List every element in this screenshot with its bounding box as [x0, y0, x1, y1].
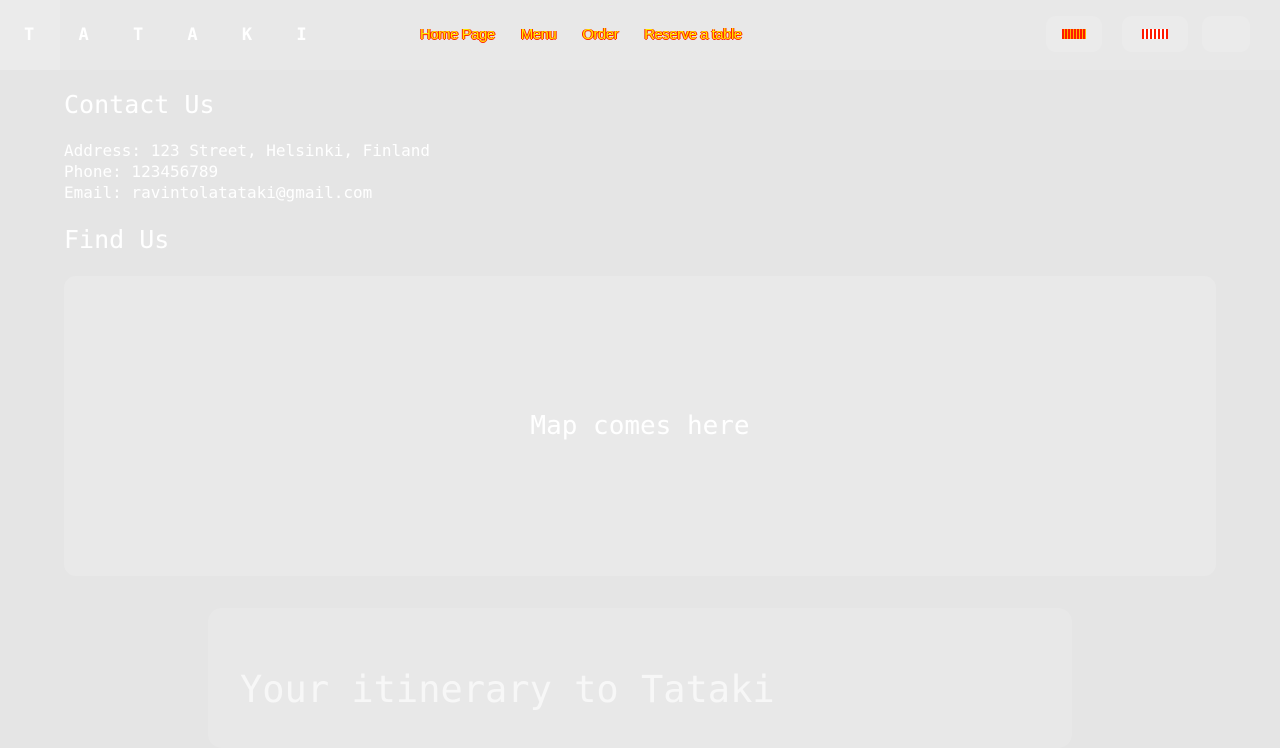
- nav-home-page-link[interactable]: Home Page: [420, 26, 495, 43]
- nav-order-link[interactable]: Order: [582, 26, 618, 43]
- nav-menu-link[interactable]: Menu: [521, 26, 557, 43]
- brand-logo[interactable]: T A T A K I: [24, 25, 324, 45]
- contact-details: Address: 123 Street, Helsinki, Finland P…: [64, 140, 1216, 203]
- map-placeholder-text: Map comes here: [530, 411, 750, 441]
- contact-heading: Contact Us: [64, 90, 215, 119]
- fi-flag-icon: [1142, 29, 1168, 39]
- contact-address: Address: 123 Street, Helsinki, Finland: [64, 141, 431, 160]
- contact-phone: Phone: 123456789: [64, 162, 219, 181]
- contact-email[interactable]: Email: ravintolatataki@gmail.com: [64, 182, 1216, 203]
- find-us-heading: Find Us: [64, 225, 170, 254]
- contact-section: Contact Us Address: 123 Street, Helsinki…: [64, 88, 1216, 257]
- itinerary-card: Your itinerary to Tataki: [208, 608, 1072, 748]
- map-placeholder: Map comes here: [64, 276, 1216, 576]
- nav-reserve-table-link[interactable]: Reserve a table: [644, 26, 742, 43]
- language-extra-button[interactable]: [1202, 16, 1250, 52]
- top-navbar: T A T A K I Home Page Menu Order Reserve…: [0, 0, 1280, 70]
- gb-flag-icon: [1062, 29, 1086, 39]
- main-nav: Home Page Menu Order Reserve a table: [420, 26, 742, 43]
- language-english-button[interactable]: [1046, 16, 1102, 52]
- language-finnish-button[interactable]: [1122, 16, 1188, 52]
- itinerary-title: Your itinerary to Tataki: [240, 668, 775, 711]
